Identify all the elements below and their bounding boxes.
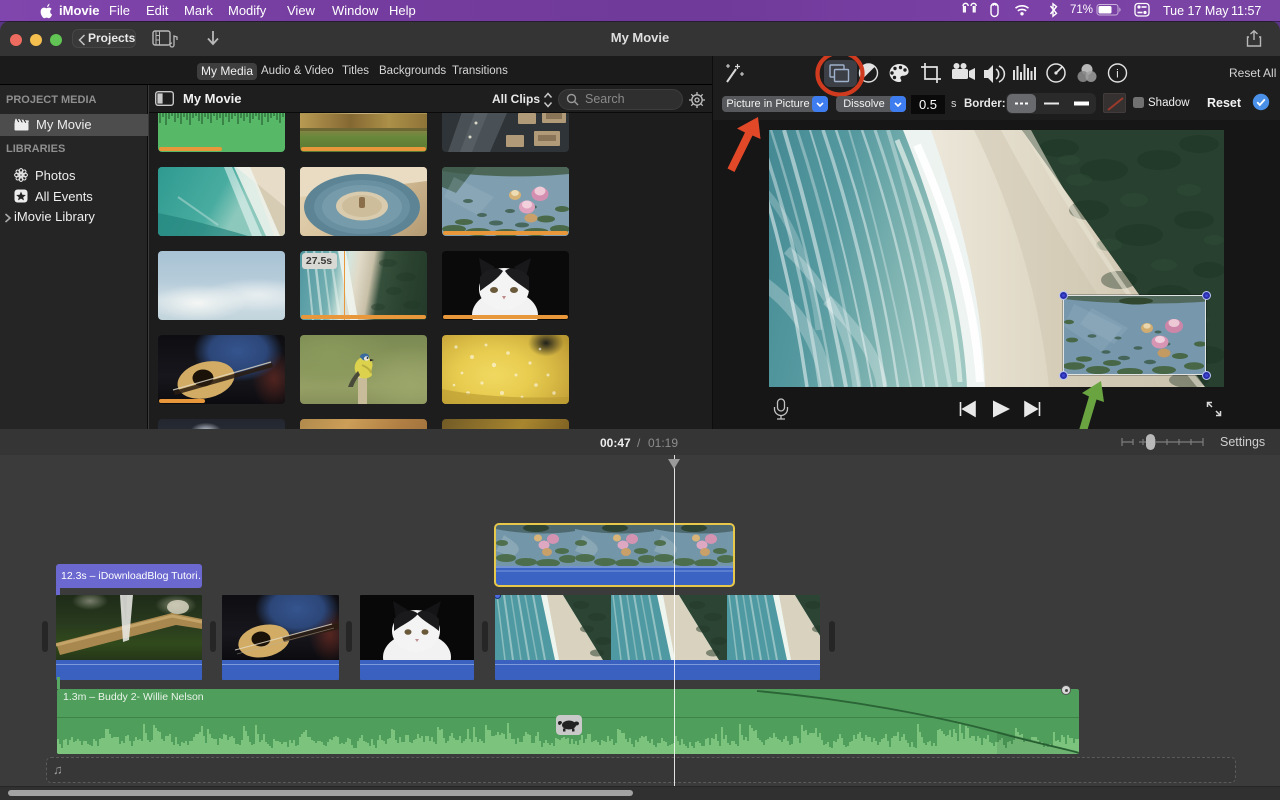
svg-text:i: i [1116, 67, 1119, 81]
